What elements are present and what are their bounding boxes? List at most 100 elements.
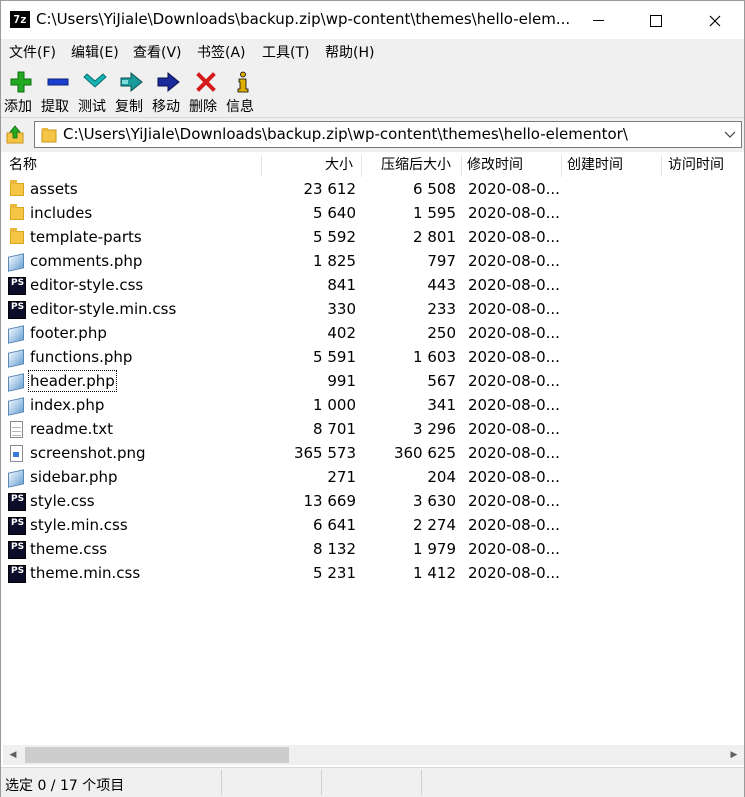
- file-size: 271: [327, 468, 356, 486]
- column-divider[interactable]: [261, 155, 262, 177]
- test-button[interactable]: 测试: [78, 67, 112, 115]
- column-divider[interactable]: [361, 155, 362, 177]
- minimize-icon: [592, 20, 604, 21]
- file-name: comments.php: [30, 252, 143, 270]
- chevron-down-icon[interactable]: [723, 127, 737, 141]
- close-icon: [709, 15, 721, 26]
- column-created[interactable]: 创建时间: [567, 153, 623, 178]
- file-row[interactable]: sidebar.php 271 204 2020-08-0...: [3, 466, 744, 490]
- file-modified: 2020-08-0...: [468, 516, 560, 534]
- file-row[interactable]: PS editor-style.min.css 330 233 2020-08-0...: [3, 298, 744, 322]
- css-file-icon: PS: [8, 277, 26, 295]
- file-row[interactable]: PS style.min.css 6 641 2 274 2020-08-0...: [3, 514, 744, 538]
- file-modified: 2020-08-0...: [468, 348, 560, 366]
- delete-icon: [192, 69, 220, 95]
- file-packed-size: 567: [427, 372, 456, 390]
- maximize-button[interactable]: [627, 1, 685, 39]
- file-size: 5 640: [313, 204, 356, 222]
- file-modified: 2020-08-0...: [468, 444, 560, 462]
- add-icon: [7, 69, 35, 95]
- file-row[interactable]: PS editor-style.css 841 443 2020-08-0...: [3, 274, 744, 298]
- horizontal-scrollbar[interactable]: ◀ ▶: [3, 745, 744, 765]
- file-row[interactable]: screenshot.png 365 573 360 625 2020-08-0...: [3, 442, 744, 466]
- column-modified[interactable]: 修改时间: [467, 153, 523, 178]
- file-size: 1 825: [313, 252, 356, 270]
- close-button[interactable]: [686, 1, 744, 39]
- file-size: 8 701: [313, 420, 356, 438]
- file-packed-size: 3 296: [413, 420, 456, 438]
- menu-bookmarks[interactable]: 书签(A): [197, 42, 246, 62]
- file-row[interactable]: readme.txt 8 701 3 296 2020-08-0...: [3, 418, 744, 442]
- file-size: 991: [327, 372, 356, 390]
- copy-button[interactable]: 复制: [115, 67, 149, 115]
- file-list[interactable]: assets 23 612 6 508 2020-08-0... includes 5 6…: [3, 178, 744, 745]
- file-packed-size: 3 630: [413, 492, 456, 510]
- status-bar: 选定 0 / 17 个项目: [1, 767, 744, 797]
- minimize-button[interactable]: [569, 1, 627, 39]
- title-bar[interactable]: 7z C:\Users\YiJiale\Downloads\backup.zip…: [1, 1, 744, 39]
- test-label: 测试: [78, 99, 106, 115]
- column-name[interactable]: 名称: [9, 153, 37, 178]
- folder-up-button[interactable]: [5, 125, 25, 145]
- file-size: 5 592: [313, 228, 356, 246]
- menu-help[interactable]: 帮助(H): [325, 42, 374, 62]
- file-name: readme.txt: [30, 420, 114, 438]
- scroll-left-arrow[interactable]: ◀: [3, 745, 23, 765]
- column-size[interactable]: 大小: [325, 153, 353, 178]
- file-row[interactable]: functions.php 5 591 1 603 2020-08-0...: [3, 346, 744, 370]
- file-packed-size: 360 625: [393, 444, 456, 462]
- add-button[interactable]: 添加: [4, 67, 38, 115]
- php-file-icon: [8, 397, 26, 416]
- info-icon: [229, 69, 257, 95]
- file-name: template-parts: [30, 228, 142, 246]
- file-packed-size: 2 801: [413, 228, 456, 246]
- file-row[interactable]: comments.php 1 825 797 2020-08-0...: [3, 250, 744, 274]
- file-modified: 2020-08-0...: [468, 228, 560, 246]
- move-button[interactable]: 移动: [152, 67, 186, 115]
- file-name: footer.php: [30, 324, 107, 342]
- file-row[interactable]: index.php 1 000 341 2020-08-0...: [3, 394, 744, 418]
- file-packed-size: 443: [427, 276, 456, 294]
- file-name: style.css: [30, 492, 95, 510]
- extract-button[interactable]: 提取: [41, 67, 75, 115]
- file-packed-size: 1 412: [413, 564, 456, 582]
- file-size: 1 000: [313, 396, 356, 414]
- file-row[interactable]: PS style.css 13 669 3 630 2020-08-0...: [3, 490, 744, 514]
- menu-view[interactable]: 查看(V): [133, 42, 182, 62]
- folder-icon: [8, 180, 26, 199]
- image-file-icon: [8, 445, 26, 463]
- file-size: 365 573: [293, 444, 356, 462]
- file-row[interactable]: PS theme.css 8 132 1 979 2020-08-0...: [3, 538, 744, 562]
- path-combobox[interactable]: C:\Users\YiJiale\Downloads\backup.zip\wp…: [34, 121, 742, 148]
- file-row[interactable]: header.php 991 567 2020-08-0...: [3, 370, 744, 394]
- menu-file[interactable]: 文件(F): [9, 42, 56, 62]
- file-row[interactable]: assets 23 612 6 508 2020-08-0...: [3, 178, 744, 202]
- archive-window: 7z C:\Users\YiJiale\Downloads\backup.zip…: [0, 0, 745, 797]
- file-row[interactable]: footer.php 402 250 2020-08-0...: [3, 322, 744, 346]
- menu-tools[interactable]: 工具(T): [262, 42, 309, 62]
- column-accessed[interactable]: 访问时间: [668, 153, 724, 178]
- column-packed-size[interactable]: 压缩后大小: [381, 153, 451, 178]
- column-divider[interactable]: [461, 155, 462, 177]
- menu-edit[interactable]: 编辑(E): [71, 42, 119, 62]
- file-row[interactable]: template-parts 5 592 2 801 2020-08-0...: [3, 226, 744, 250]
- info-button[interactable]: 信息: [226, 67, 260, 115]
- file-packed-size: 204: [427, 468, 456, 486]
- 7zip-app-icon[interactable]: 7z: [10, 11, 30, 28]
- extract-icon: [44, 69, 72, 95]
- scroll-thumb[interactable]: [25, 747, 289, 763]
- delete-label: 删除: [189, 99, 217, 115]
- status-divider: [221, 770, 222, 795]
- delete-button[interactable]: 删除: [189, 67, 223, 115]
- column-divider[interactable]: [661, 155, 662, 177]
- php-file-icon: [8, 253, 26, 272]
- php-file-icon: [8, 349, 26, 368]
- file-row[interactable]: PS theme.min.css 5 231 1 412 2020-08-0...: [3, 562, 744, 586]
- file-modified: 2020-08-0...: [468, 300, 560, 318]
- column-divider[interactable]: [561, 155, 562, 177]
- file-size: 5 591: [313, 348, 356, 366]
- file-modified: 2020-08-0...: [468, 420, 560, 438]
- file-row[interactable]: includes 5 640 1 595 2020-08-0...: [3, 202, 744, 226]
- scroll-right-arrow[interactable]: ▶: [724, 745, 744, 765]
- file-modified: 2020-08-0...: [468, 372, 560, 390]
